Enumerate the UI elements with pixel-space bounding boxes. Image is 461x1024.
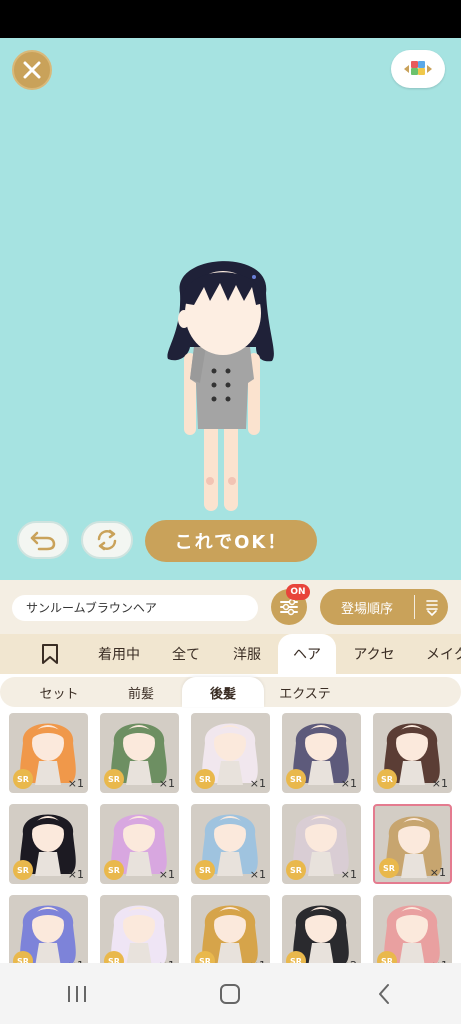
sliders-icon	[280, 598, 298, 616]
rarity-badge: SR	[379, 858, 399, 878]
quantity-label: ×1	[429, 866, 446, 879]
category-tabs: 着用中 全て 洋服 ヘア アクセ メイク	[0, 634, 461, 674]
hair-item-card[interactable]: SR×1	[373, 895, 452, 963]
rarity-badge: SR	[195, 769, 215, 789]
hair-item-card[interactable]: SR ×1	[191, 713, 270, 793]
back-button[interactable]	[354, 974, 414, 1014]
filter-on-badge: ON	[286, 584, 310, 600]
rotate-icon	[97, 529, 117, 551]
close-button[interactable]	[12, 50, 52, 90]
quantity-label: ×1	[158, 868, 175, 881]
quantity-label: ×1	[249, 868, 266, 881]
hair-item-card[interactable]: SR×1	[191, 895, 270, 963]
hair-item-card[interactable]: SR×1	[9, 895, 88, 963]
quantity-label: ×1	[431, 777, 448, 790]
bookmark-icon	[42, 644, 58, 664]
subtab-bangs[interactable]: 前髪	[100, 677, 182, 707]
rarity-badge: SR	[286, 860, 306, 880]
subtab-extensions[interactable]: エクステ	[264, 677, 346, 707]
hair-item-card[interactable]: SR ×1	[191, 804, 270, 884]
quantity-label: ×1	[67, 868, 84, 881]
sort-divider	[414, 595, 415, 619]
rarity-badge: SR	[104, 860, 124, 880]
tab-makeup[interactable]: メイク	[412, 634, 461, 674]
color-tiles-icon	[404, 61, 432, 75]
sort-order-label: 登場順序	[340, 601, 393, 617]
confirm-ok-button[interactable]: これでOK！	[145, 520, 317, 562]
tab-hair[interactable]: ヘア	[278, 634, 336, 674]
back-icon	[379, 983, 390, 1004]
status-bar	[0, 0, 461, 38]
quantity-label: ×1	[249, 777, 266, 790]
sort-order-button[interactable]: 登場順序	[320, 589, 448, 625]
hair-item-card[interactable]: SR ×1	[9, 713, 88, 793]
undo-icon	[30, 531, 56, 551]
rarity-badge: SR	[195, 860, 215, 880]
tab-bookmark[interactable]	[28, 634, 72, 674]
hair-item-card[interactable]: SR×1	[100, 895, 179, 963]
hair-item-card[interactable]: SR ×1	[100, 804, 179, 884]
hair-item-card[interactable]: SR×2	[282, 895, 361, 963]
rarity-badge: SR	[13, 860, 33, 880]
subtab-set[interactable]: セット	[14, 677, 104, 707]
recent-apps-icon	[67, 985, 86, 1002]
rotate-button[interactable]	[81, 521, 133, 559]
quantity-label: ×1	[340, 868, 357, 881]
quantity-label: ×1	[158, 777, 175, 790]
hair-item-card[interactable]: SR ×1	[100, 713, 179, 793]
recent-apps-button[interactable]	[47, 974, 107, 1014]
item-toolbar: サンルームブラウンヘア ON 登場順序	[0, 580, 461, 634]
rarity-badge: SR	[286, 769, 306, 789]
item-name-field: サンルームブラウンヘア	[12, 595, 258, 621]
subtab-back-hair[interactable]: 後髪	[182, 677, 264, 707]
hair-item-card[interactable]: SR ×1	[373, 713, 452, 793]
home-icon	[220, 983, 241, 1004]
hair-item-card[interactable]: SR ×1	[9, 804, 88, 884]
preview-stage: これでOK！	[0, 38, 461, 580]
tab-accessories[interactable]: アクセ	[344, 634, 404, 674]
rarity-badge: SR	[13, 769, 33, 789]
sort-direction-icon[interactable]	[415, 598, 448, 616]
hair-item-card[interactable]: SR ×1	[282, 804, 361, 884]
system-nav-bar	[0, 963, 461, 1024]
item-grid: SR ×1 SR ×1 SR ×1 SR ×1 SR ×1 SR ×1 SR ×1 SR ×1 SR ×1 SR ×1…	[0, 708, 461, 963]
rarity-badge: SR	[377, 769, 397, 789]
rarity-badge: SR	[104, 769, 124, 789]
hair-item-card[interactable]: SR ×1	[282, 713, 361, 793]
hair-subtabs: セット 前髪 後髪 エクステ	[0, 674, 461, 708]
tab-all[interactable]: 全て	[160, 634, 212, 674]
quantity-label: ×1	[340, 777, 357, 790]
hair-item-card[interactable]: SR ×1	[373, 804, 452, 884]
tab-clothes[interactable]: 洋服	[222, 634, 272, 674]
home-button[interactable]	[200, 974, 260, 1014]
background-toggle-button[interactable]	[391, 50, 445, 88]
close-icon	[23, 61, 41, 79]
quantity-label: ×1	[67, 777, 84, 790]
tab-wearing[interactable]: 着用中	[88, 634, 150, 674]
avatar-character	[167, 261, 274, 530]
undo-button[interactable]	[17, 521, 69, 559]
